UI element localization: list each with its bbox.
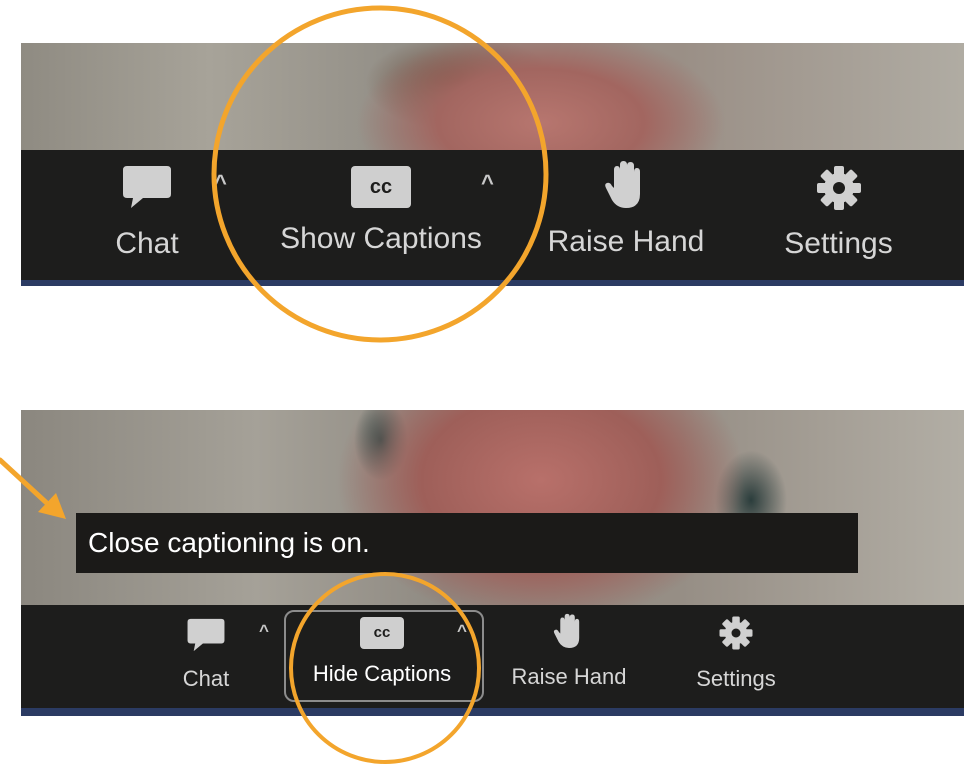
chat-button[interactable]: Chat <box>97 164 197 261</box>
participant-video-top <box>21 43 964 150</box>
settings-button[interactable]: Settings <box>681 615 791 692</box>
chat-button[interactable]: Chat <box>166 617 246 692</box>
raise-hand-button[interactable]: Raise Hand <box>541 160 711 259</box>
toolbar-accent-line-top <box>21 280 964 286</box>
captions-options-caret[interactable]: ^ <box>457 621 467 641</box>
meeting-toolbar-bottom: Chat ^ cc Hide Captions ^ Raise Hand Set… <box>21 605 964 708</box>
hand-icon <box>553 613 580 648</box>
show-captions-label: Show Captions <box>280 222 482 255</box>
cc-icon: cc <box>360 617 404 649</box>
chat-label: Chat <box>115 227 179 260</box>
toolbar-accent-line-bottom <box>21 708 964 716</box>
gear-icon <box>816 166 861 210</box>
captions-options-caret[interactable]: ^ <box>481 170 494 196</box>
chat-icon <box>123 166 171 208</box>
caption-banner: Close captioning is on. <box>76 513 858 573</box>
meeting-window-top: Chat ^ cc Show Captions ^ Raise Hand Set… <box>21 43 964 286</box>
hide-captions-button[interactable]: cc Hide Captions <box>292 617 472 687</box>
raise-hand-label: Raise Hand <box>511 664 627 689</box>
participant-video-bottom <box>21 410 964 605</box>
settings-label: Settings <box>784 227 893 260</box>
meeting-toolbar-top: Chat ^ cc Show Captions ^ Raise Hand Set… <box>21 150 964 280</box>
settings-button[interactable]: Settings <box>771 164 906 261</box>
chat-label: Chat <box>182 666 230 691</box>
raise-hand-button[interactable]: Raise Hand <box>499 613 639 690</box>
chat-options-caret[interactable]: ^ <box>259 621 269 641</box>
settings-label: Settings <box>696 666 776 691</box>
hand-icon <box>605 161 640 208</box>
chat-options-caret[interactable]: ^ <box>214 170 227 196</box>
meeting-window-bottom: Close captioning is on. Chat ^ cc Hide C… <box>21 410 964 716</box>
raise-hand-label: Raise Hand <box>547 225 705 258</box>
hide-captions-label: Hide Captions <box>312 661 452 686</box>
gear-icon <box>719 616 753 650</box>
cc-icon: cc <box>351 166 411 208</box>
show-captions-button[interactable]: cc Show Captions <box>271 166 491 256</box>
chat-icon <box>187 618 225 652</box>
